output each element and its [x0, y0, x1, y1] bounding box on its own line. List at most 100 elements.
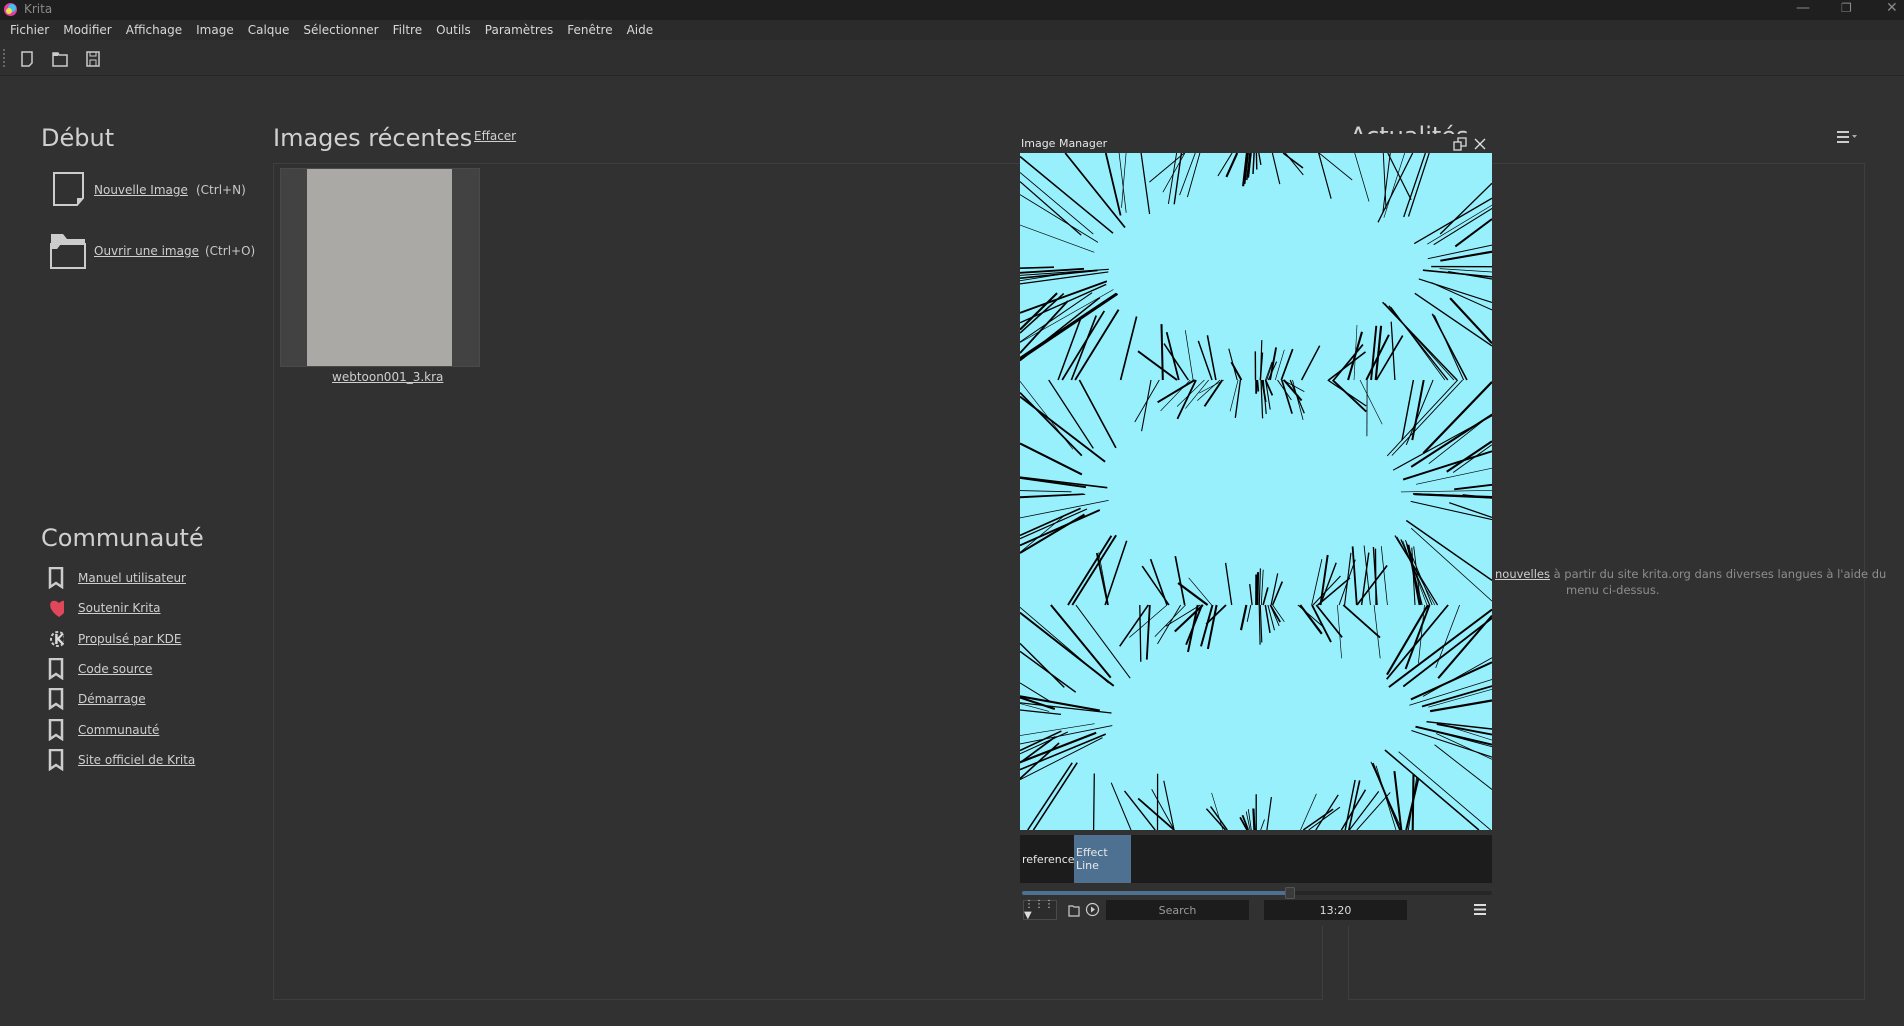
speed-line	[1186, 153, 1201, 198]
community-link[interactable]: Communauté	[78, 723, 159, 737]
menu-affichage[interactable]: Affichage	[126, 20, 188, 40]
speed-line	[1252, 153, 1255, 175]
speed-line	[1409, 679, 1492, 706]
play-slideshow-icon[interactable]	[1085, 902, 1100, 917]
save-icon[interactable]	[82, 48, 104, 70]
community-list: Manuel utilisateur Soutenir Krita K Propuls…	[48, 563, 195, 775]
speed-line	[1020, 642, 1065, 688]
speed-line	[1402, 450, 1492, 481]
search-input[interactable]: Search	[1106, 900, 1249, 920]
speed-line	[1020, 194, 1099, 243]
toolbar-handle[interactable]	[3, 49, 6, 67]
speed-line	[1439, 182, 1492, 235]
speed-line	[1119, 316, 1138, 381]
menu-selectionner[interactable]: Sélectionner	[303, 20, 384, 40]
menu-fenetre[interactable]: Fenêtre	[567, 20, 618, 40]
minimize-icon[interactable]: —	[1796, 0, 1810, 16]
bookmark-icon	[48, 718, 64, 741]
community-link[interactable]: Démarrage	[78, 692, 146, 706]
speed-line	[1157, 379, 1196, 404]
community-item[interactable]: Manuel utilisateur	[48, 563, 195, 593]
community-item[interactable]: K Propulsé par KDE	[48, 624, 195, 654]
clear-recent-link[interactable]: Effacer	[474, 129, 516, 143]
speed-line	[1422, 381, 1492, 455]
window-title: Krita	[24, 2, 53, 16]
speed-line	[1300, 793, 1317, 830]
menu-calque[interactable]: Calque	[248, 20, 296, 40]
open-image-link[interactable]: Ouvrir une image	[94, 244, 199, 258]
menu-modifier[interactable]: Modifier	[63, 20, 118, 40]
community-item[interactable]: Site officiel de Krita	[48, 745, 195, 775]
zoom-slider-handle[interactable]	[1284, 887, 1295, 899]
speed-line	[1139, 604, 1142, 662]
open-image-icon[interactable]	[49, 232, 87, 270]
community-item[interactable]: Communauté	[48, 714, 195, 744]
speed-line	[1020, 392, 1083, 457]
krita-logo-icon	[4, 3, 17, 16]
speed-line	[1258, 604, 1261, 645]
menu-parametres[interactable]: Paramètres	[485, 20, 559, 40]
speed-line	[1199, 379, 1225, 394]
speed-line	[1020, 733, 1106, 771]
new-image-link[interactable]: Nouvelle Image	[94, 183, 188, 197]
tab-reference[interactable]: reference	[1020, 835, 1075, 883]
menu-outils[interactable]: Outils	[436, 20, 477, 40]
new-image-icon[interactable]	[52, 171, 84, 207]
speed-line	[1392, 415, 1492, 471]
docker-menu-icon[interactable]	[1474, 904, 1486, 915]
speed-line	[1440, 250, 1492, 262]
news-link[interactable]: nouvelles	[1495, 567, 1550, 581]
speed-line	[1260, 569, 1264, 606]
speed-line	[1418, 278, 1492, 304]
speed-line	[1141, 379, 1152, 432]
speed-line	[1387, 153, 1412, 200]
close-icon[interactable]: ✕	[1886, 0, 1898, 16]
bookmark-icon	[48, 567, 64, 590]
community-link[interactable]: Code source	[78, 662, 152, 676]
community-item[interactable]: Code source	[48, 654, 195, 684]
maximize-icon[interactable]: ❐	[1841, 1, 1852, 15]
speed-line	[1203, 379, 1224, 407]
menu-image[interactable]: Image	[196, 20, 240, 40]
community-link[interactable]: Soutenir Krita	[78, 601, 161, 615]
speed-line	[1390, 306, 1446, 381]
speed-line	[1020, 395, 1106, 463]
menu-filtre[interactable]: Filtre	[393, 20, 428, 40]
start-heading: Début	[41, 124, 115, 152]
community-item[interactable]: Démarrage	[48, 684, 195, 714]
speed-line	[1282, 153, 1304, 169]
open-folder-icon[interactable]	[49, 48, 71, 70]
news-menu-icon[interactable]	[1837, 130, 1859, 144]
news-text: à partir du site krita.org dans diverses…	[1549, 567, 1887, 581]
float-docker-icon[interactable]	[1453, 137, 1467, 151]
menu-aide[interactable]: Aide	[627, 20, 660, 40]
speed-line	[1356, 564, 1388, 606]
speed-line	[1234, 379, 1242, 418]
speed-line	[1260, 819, 1265, 830]
speed-line	[1020, 490, 1072, 493]
recent-file-thumbnail[interactable]	[280, 168, 480, 367]
speed-line	[1020, 181, 1082, 236]
speed-line	[1410, 661, 1492, 701]
menu-fichier[interactable]: Fichier	[10, 20, 55, 40]
speed-line	[1160, 379, 1191, 412]
recent-file-name[interactable]: webtoon001_3.kra	[332, 370, 443, 384]
open-image-shortcut: (Ctrl+O)	[205, 244, 256, 258]
new-document-icon[interactable]	[16, 48, 38, 70]
speed-line	[1351, 546, 1358, 606]
community-link[interactable]: Manuel utilisateur	[78, 571, 186, 585]
zoom-slider[interactable]	[1022, 887, 1492, 899]
speed-line	[1032, 762, 1078, 830]
speed-line	[1104, 540, 1128, 606]
folder-icon[interactable]	[1068, 903, 1080, 917]
community-item[interactable]: Soutenir Krita	[48, 593, 195, 623]
speed-line	[1384, 303, 1455, 381]
reference-image-preview[interactable]	[1020, 153, 1492, 830]
speed-line	[1300, 345, 1321, 381]
community-link[interactable]: Propulsé par KDE	[78, 632, 181, 646]
close-docker-icon[interactable]	[1474, 138, 1486, 150]
view-mode-dropdown[interactable]: ⋮⋮⋮ ▼	[1023, 899, 1057, 921]
tab-effect-line[interactable]: Effect Line	[1074, 835, 1131, 883]
speed-line	[1151, 789, 1175, 830]
community-link[interactable]: Site officiel de Krita	[78, 753, 195, 767]
